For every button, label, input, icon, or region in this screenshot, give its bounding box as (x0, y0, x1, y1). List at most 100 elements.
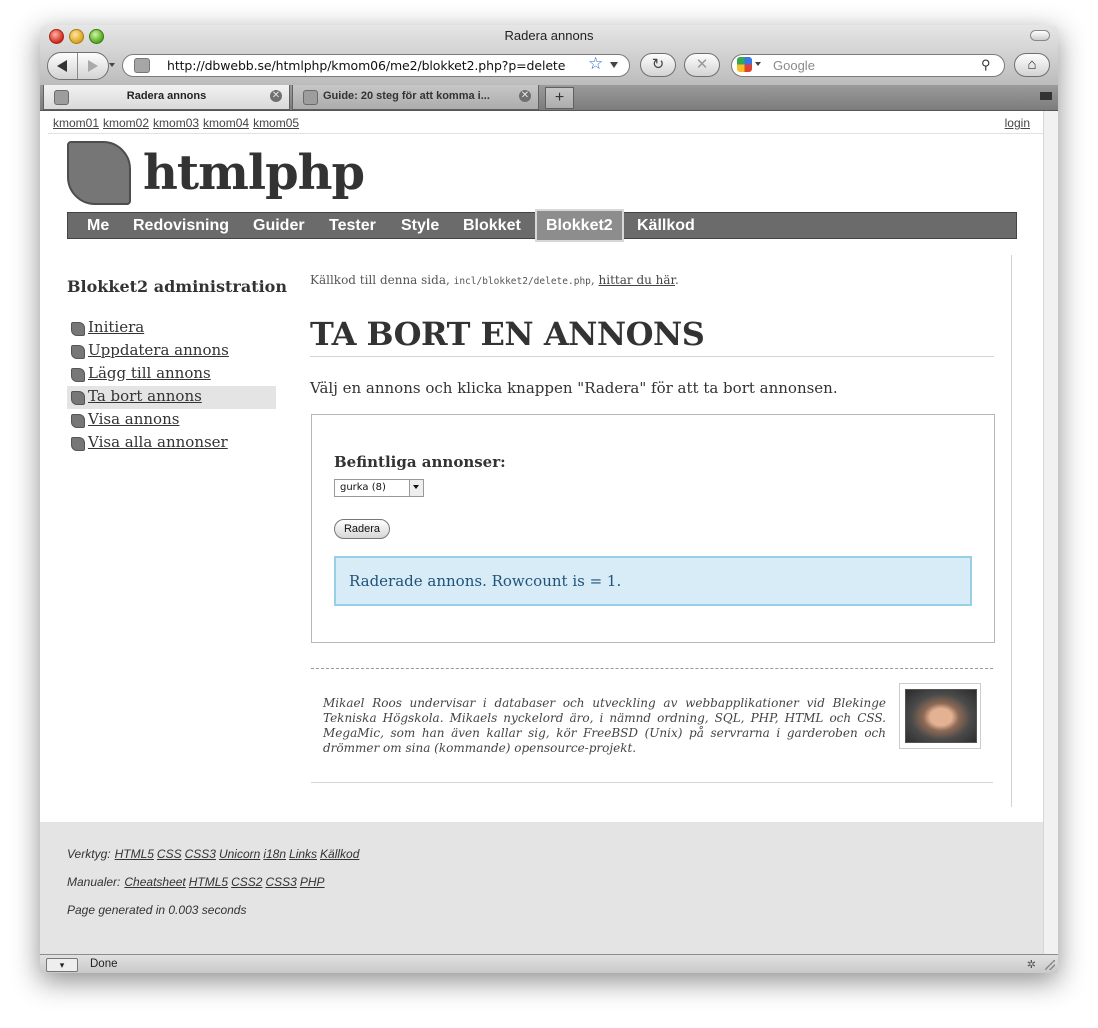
page-title: TA BORT EN ANNONS (310, 315, 705, 353)
back-forward-buttons (47, 52, 109, 80)
nav-item-tester[interactable]: Tester (317, 213, 388, 238)
tab-list-icon[interactable] (1040, 92, 1052, 100)
nav-item-guider[interactable]: Guider (241, 213, 317, 238)
sidebar-item-label[interactable]: Visa alla annonser (88, 433, 228, 451)
topnav-link-kmom03[interactable]: kmom03 (153, 116, 199, 130)
intro-text: Välj en annons och klicka knappen "Rader… (310, 379, 838, 397)
stop-button[interactable]: ✕ (684, 53, 720, 77)
select-arrow[interactable] (409, 480, 423, 496)
footer-link[interactable]: Cheatsheet (124, 875, 185, 889)
tab-close-icon[interactable]: ✕ (519, 90, 531, 102)
footer-link[interactable]: CSS (157, 847, 182, 861)
nav-item-me[interactable]: Me (75, 213, 121, 238)
topnav-link-kmom02[interactable]: kmom02 (103, 116, 149, 130)
footer-link[interactable]: CSS2 (231, 875, 262, 889)
nav-item-blokket2[interactable]: Blokket2 (535, 209, 624, 242)
source-link[interactable]: hittar du här (599, 273, 675, 287)
nav-item-style[interactable]: Style (389, 213, 451, 238)
sidebar-item-visa[interactable]: Visa annons (67, 409, 276, 432)
nav-item-kallkod[interactable]: Källkod (625, 213, 707, 238)
success-notice: Raderade annons. Rowcount is = 1. (334, 556, 972, 606)
footer-link[interactable]: Källkod (320, 847, 359, 861)
footer-link[interactable]: Links (289, 847, 317, 861)
site-title[interactable]: htmlphp (143, 145, 365, 201)
site-favicon-icon (134, 58, 150, 73)
footer-tools: Verktyg: HTML5 CSS CSS3 Unicorn i18n Links Käll… (67, 847, 362, 861)
google-engine-icon[interactable] (737, 57, 752, 72)
footer-link[interactable]: HTML5 (189, 875, 228, 889)
tab-label: Radera annons (126, 90, 207, 102)
engine-dropdown-icon[interactable] (755, 62, 761, 66)
url-text[interactable]: http://dbwebb.se/htmlphp/kmom06/me2/blok… (167, 58, 565, 73)
leaf-bullet-icon (71, 368, 85, 382)
bookmark-star-icon[interactable]: ☆ (588, 54, 603, 74)
tab-favicon-icon (303, 90, 318, 105)
divider (48, 133, 1043, 134)
footer-link[interactable]: Unicorn (219, 847, 260, 861)
footer-link[interactable]: CSS3 (265, 875, 296, 889)
login-link[interactable]: login (1005, 116, 1030, 130)
back-icon[interactable] (57, 60, 67, 72)
nav-item-blokket[interactable]: Blokket (451, 213, 533, 238)
leaf-bullet-icon (71, 345, 85, 359)
footer-link[interactable]: PHP (300, 875, 325, 889)
sidebar-item-uppdatera[interactable]: Uppdatera annons (67, 340, 276, 363)
topnav-link-kmom05[interactable]: kmom05 (253, 116, 299, 130)
sidebar-item-label[interactable]: Uppdatera annons (88, 341, 229, 359)
window-title: Radera annons (504, 28, 594, 43)
footer-link[interactable]: HTML5 (115, 847, 154, 861)
url-dropdown-icon[interactable] (610, 62, 618, 68)
toolbar-toggle-button[interactable] (1030, 30, 1050, 41)
scrollbar[interactable] (1043, 111, 1058, 954)
history-dropdown-icon[interactable] (109, 63, 115, 67)
status-bar: ▾ Done ✲ (40, 954, 1058, 973)
notice-text: Raderade annons. Rowcount is = 1. (349, 572, 622, 590)
delete-button[interactable]: Radera (334, 519, 390, 539)
footer-tools-label: Verktyg: (67, 847, 111, 861)
leaf-bullet-icon (71, 391, 85, 405)
footer-link[interactable]: i18n (263, 847, 286, 861)
leaf-bullet-icon (71, 322, 85, 336)
reload-button[interactable]: ↻ (640, 53, 676, 77)
sidebar-title: Blokket2 administration (67, 277, 287, 296)
author-photo (905, 689, 977, 743)
status-tool-icon[interactable]: ▾ (46, 958, 78, 972)
nav-item-redovisning[interactable]: Redovisning (121, 213, 241, 238)
sidebar-item-initiera[interactable]: Initiera (67, 317, 276, 340)
search-input[interactable]: Google (773, 58, 815, 73)
generation-time: Page generated in 0.003 seconds (67, 903, 247, 917)
browser-toolbar: Radera annons http://dbwebb.se/htmlphp/k… (40, 25, 1058, 86)
search-icon[interactable]: ⚲ (981, 57, 991, 73)
ad-select[interactable]: gurka (8) (334, 479, 424, 497)
resize-grip-icon[interactable] (1045, 960, 1055, 970)
sidebar-item-ta-bort[interactable]: Ta bort annons (67, 386, 276, 409)
addon-icon[interactable]: ✲ (1027, 958, 1036, 971)
leaf-logo-icon[interactable] (67, 141, 131, 205)
divider (310, 356, 994, 357)
author-avatar (899, 683, 981, 749)
sidebar-item-label[interactable]: Visa annons (88, 410, 179, 428)
content-border (1011, 255, 1012, 807)
sidebar-item-label[interactable]: Initiera (88, 318, 144, 336)
home-button[interactable]: ⌂ (1014, 53, 1050, 77)
tab-guide[interactable]: Guide: 20 steg för att komma i... ✕ (292, 85, 539, 110)
new-tab-button[interactable]: + (545, 87, 574, 109)
tab-radera-annons[interactable]: Radera annons ✕ (43, 85, 290, 110)
topnav-link-kmom04[interactable]: kmom04 (203, 116, 249, 130)
sidebar-menu: Initiera Uppdatera annons Lägg till anno… (67, 317, 276, 455)
delete-form: Befintliga annonser: gurka (8) Radera Ra… (311, 414, 995, 643)
forward-icon[interactable] (88, 60, 98, 72)
footer-manuals-label: Manualer: (67, 875, 121, 889)
leaf-bullet-icon (71, 414, 85, 428)
top-navigation: kmom01 kmom02 kmom03 kmom04 kmom05 (53, 116, 303, 130)
sidebar-item-lagg-till[interactable]: Lägg till annons (67, 363, 276, 386)
chevron-down-icon (413, 485, 419, 489)
sidebar-item-label[interactable]: Ta bort annons (88, 387, 202, 405)
author-byline: Mikael Roos undervisar i databaser och u… (323, 696, 886, 755)
sidebar-item-visa-alla[interactable]: Visa alla annonser (67, 432, 276, 455)
tab-close-icon[interactable]: ✕ (270, 90, 282, 102)
sidebar-item-label[interactable]: Lägg till annons (88, 364, 211, 382)
footer-link[interactable]: CSS3 (185, 847, 216, 861)
topnav-link-kmom01[interactable]: kmom01 (53, 116, 99, 130)
source-file: incl/blokket2/delete.php (453, 276, 591, 287)
